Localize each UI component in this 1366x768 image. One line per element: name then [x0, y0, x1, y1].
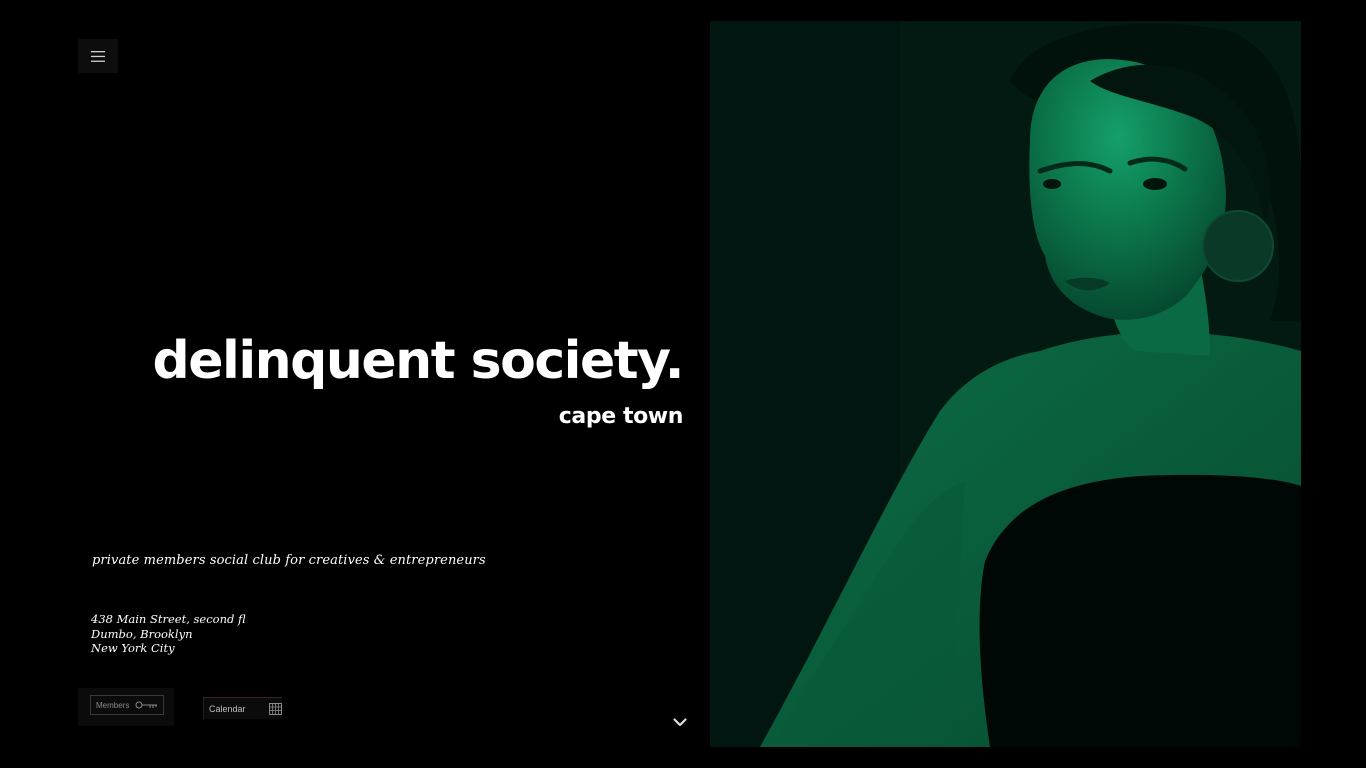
members-button[interactable]: Members: [90, 695, 164, 715]
address-line: Dumbo, Brooklyn: [91, 626, 193, 641]
menu-button[interactable]: [78, 39, 118, 73]
chevron-down-icon: [673, 717, 687, 726]
members-label: Members: [96, 700, 130, 710]
address: 438 Main Street, second fl Dumbo, Brookl…: [91, 612, 246, 656]
calendar-label: Calendar: [209, 703, 246, 714]
address-line: New York City: [91, 641, 175, 655]
brand-block: delinquent society. cape town: [152, 330, 685, 430]
calendar-grid-icon: [268, 702, 282, 715]
key-icon: [135, 701, 158, 709]
scroll-down-button[interactable]: [667, 709, 693, 735]
brand-city: cape town: [558, 404, 684, 430]
tagline: private members social club for creative…: [92, 553, 486, 568]
hero-image: [710, 21, 1301, 747]
members-container: Members: [78, 688, 174, 726]
woman-portrait-illustration: [710, 21, 1301, 747]
address-line: 438 Main Street, second fl: [91, 612, 246, 626]
calendar-button[interactable]: Calendar: [203, 697, 282, 719]
hamburger-menu-icon: [91, 50, 105, 62]
brand-title: delinquent society.: [152, 331, 685, 391]
